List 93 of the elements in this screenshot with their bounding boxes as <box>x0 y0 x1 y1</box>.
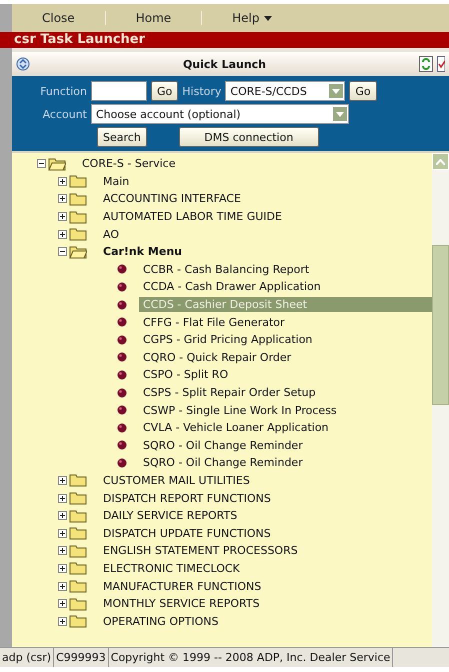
expand-icon[interactable] <box>58 194 67 204</box>
folder-label[interactable]: MANUFACTURER FUNCTIONS <box>99 578 262 594</box>
folder-icon <box>69 473 87 488</box>
tree-item[interactable]: CGPS - Grid Pricing Application <box>139 332 432 348</box>
bullet-icon <box>117 422 127 433</box>
bullet-icon <box>117 458 127 468</box>
checklist-icon[interactable] <box>437 56 445 72</box>
panel-title: Quick Launch <box>182 58 268 70</box>
bullet-icon <box>117 352 127 362</box>
function-label: Function <box>39 84 87 98</box>
folder-icon <box>69 491 87 506</box>
folder-icon <box>69 596 87 611</box>
tree-item[interactable]: SQRO - Oil Change Reminder <box>139 455 432 470</box>
tree-item[interactable]: SQRO - Oil Change Reminder <box>139 438 432 453</box>
bullet-icon <box>117 300 127 310</box>
tree-item[interactable]: CSPS - Split Repair Order Setup <box>139 385 432 400</box>
folder-label[interactable]: Car!nk Menu <box>99 244 182 260</box>
search-button[interactable]: Search <box>97 127 147 147</box>
open-folder-icon <box>69 244 87 259</box>
folder-icon <box>69 227 87 242</box>
expand-icon[interactable] <box>58 582 67 591</box>
menu-item[interactable]: Close <box>12 11 105 25</box>
account-select[interactable]: Choose account (optional) <box>91 104 349 124</box>
history-select[interactable]: CORE-S/CCDS <box>225 81 346 101</box>
folder-label[interactable]: MONTHLY SERVICE REPORTS <box>99 596 260 612</box>
expand-icon[interactable] <box>58 564 67 573</box>
go-button[interactable]: Go <box>349 81 377 101</box>
bullet-icon <box>117 334 127 345</box>
folder-icon <box>69 579 87 594</box>
tree-item[interactable]: CCBR - Cash Balancing Report <box>139 262 432 277</box>
folder-label[interactable]: AO <box>99 226 119 242</box>
dropdown-icon <box>332 88 340 94</box>
folder-label[interactable]: DISPATCH REPORT FUNCTIONS <box>99 490 271 506</box>
tree-item[interactable]: CCDA - Cash Drawer Application <box>139 279 432 294</box>
expand-icon[interactable] <box>58 511 67 520</box>
folder-icon <box>69 192 87 206</box>
tree-item[interactable]: CFFG - Flat File Generator <box>139 314 432 330</box>
function-input[interactable] <box>91 81 147 101</box>
tree-item[interactable]: CSPO - Split RO <box>139 367 432 382</box>
menu-item[interactable]: Home <box>104 11 202 25</box>
refresh-icon[interactable] <box>419 56 433 72</box>
scrollbar[interactable] <box>432 153 449 647</box>
folder-label[interactable]: DISPATCH UPDATE FUNCTIONS <box>99 526 271 541</box>
bullet-icon <box>117 317 127 328</box>
folder-icon <box>69 174 87 188</box>
expand-icon[interactable] <box>58 546 67 556</box>
bullet-icon <box>117 440 127 450</box>
folder-label[interactable]: Main <box>99 174 130 189</box>
expand-icon[interactable] <box>58 476 67 485</box>
expand-icon[interactable] <box>58 176 67 186</box>
dms-connection-button[interactable]: DMS connection <box>178 127 319 147</box>
select-value: Choose account (optional) <box>96 108 241 120</box>
go-button[interactable]: Go <box>151 81 178 101</box>
collapse-icon[interactable] <box>58 247 67 256</box>
folder-label[interactable]: ACCOUNTING INTERFACE <box>99 191 241 206</box>
bullet-icon <box>117 370 127 380</box>
bullet-icon <box>117 282 127 292</box>
dropdown-icon <box>336 112 344 116</box>
tree-item[interactable]: CVLA - Vehicle Loaner Application <box>139 420 432 436</box>
bullet-icon <box>117 405 127 416</box>
folder-icon <box>69 210 87 224</box>
folder-label[interactable]: CORE-S - Service <box>78 156 176 172</box>
folder-icon <box>69 508 87 523</box>
expand-icon[interactable] <box>58 212 67 222</box>
select-value: CORE-S/CCDS <box>230 84 307 98</box>
menu-item[interactable]: Help <box>201 11 302 25</box>
collapse-icon[interactable] <box>37 159 46 168</box>
folder-label[interactable]: AUTOMATED LABOR TIME GUIDE <box>99 209 282 224</box>
open-folder-icon <box>48 156 66 171</box>
folder-label[interactable]: ELECTRONIC TIMECLOCK <box>99 560 240 576</box>
expand-icon[interactable] <box>58 230 67 239</box>
folder-icon <box>69 614 87 628</box>
status-text: C999993 <box>54 648 109 667</box>
folder-label[interactable]: ENGLISH STATEMENT PROCESSORS <box>99 543 298 558</box>
expand-icon[interactable] <box>58 528 67 538</box>
expand-icon[interactable] <box>58 494 67 503</box>
expand-icon[interactable] <box>58 616 67 626</box>
status-text: Copyright © 1999 -- 2008 ADP, Inc. Dealer Service <box>108 648 394 667</box>
app-title: csr Task Launcher <box>0 32 449 48</box>
folder-label[interactable]: CUSTOMER MAIL UTILITIES <box>99 472 250 488</box>
expand-icon[interactable] <box>58 599 67 608</box>
account-label: Account <box>42 108 87 120</box>
folder-icon <box>69 544 87 558</box>
tree-item[interactable]: CQRO - Quick Repair Order <box>139 350 432 365</box>
folder-icon <box>69 561 87 576</box>
bullet-icon <box>117 388 127 398</box>
folder-label[interactable]: DAILY SERVICE REPORTS <box>99 508 238 524</box>
history-label: History <box>182 84 222 98</box>
status-text: adp (csr) <box>0 648 54 667</box>
folder-label[interactable]: OPERATING OPTIONS <box>99 614 218 629</box>
tree-item[interactable]: CSWP - Single Line Work In Process <box>139 402 432 418</box>
folder-icon <box>69 526 87 540</box>
bullet-icon <box>117 264 127 274</box>
